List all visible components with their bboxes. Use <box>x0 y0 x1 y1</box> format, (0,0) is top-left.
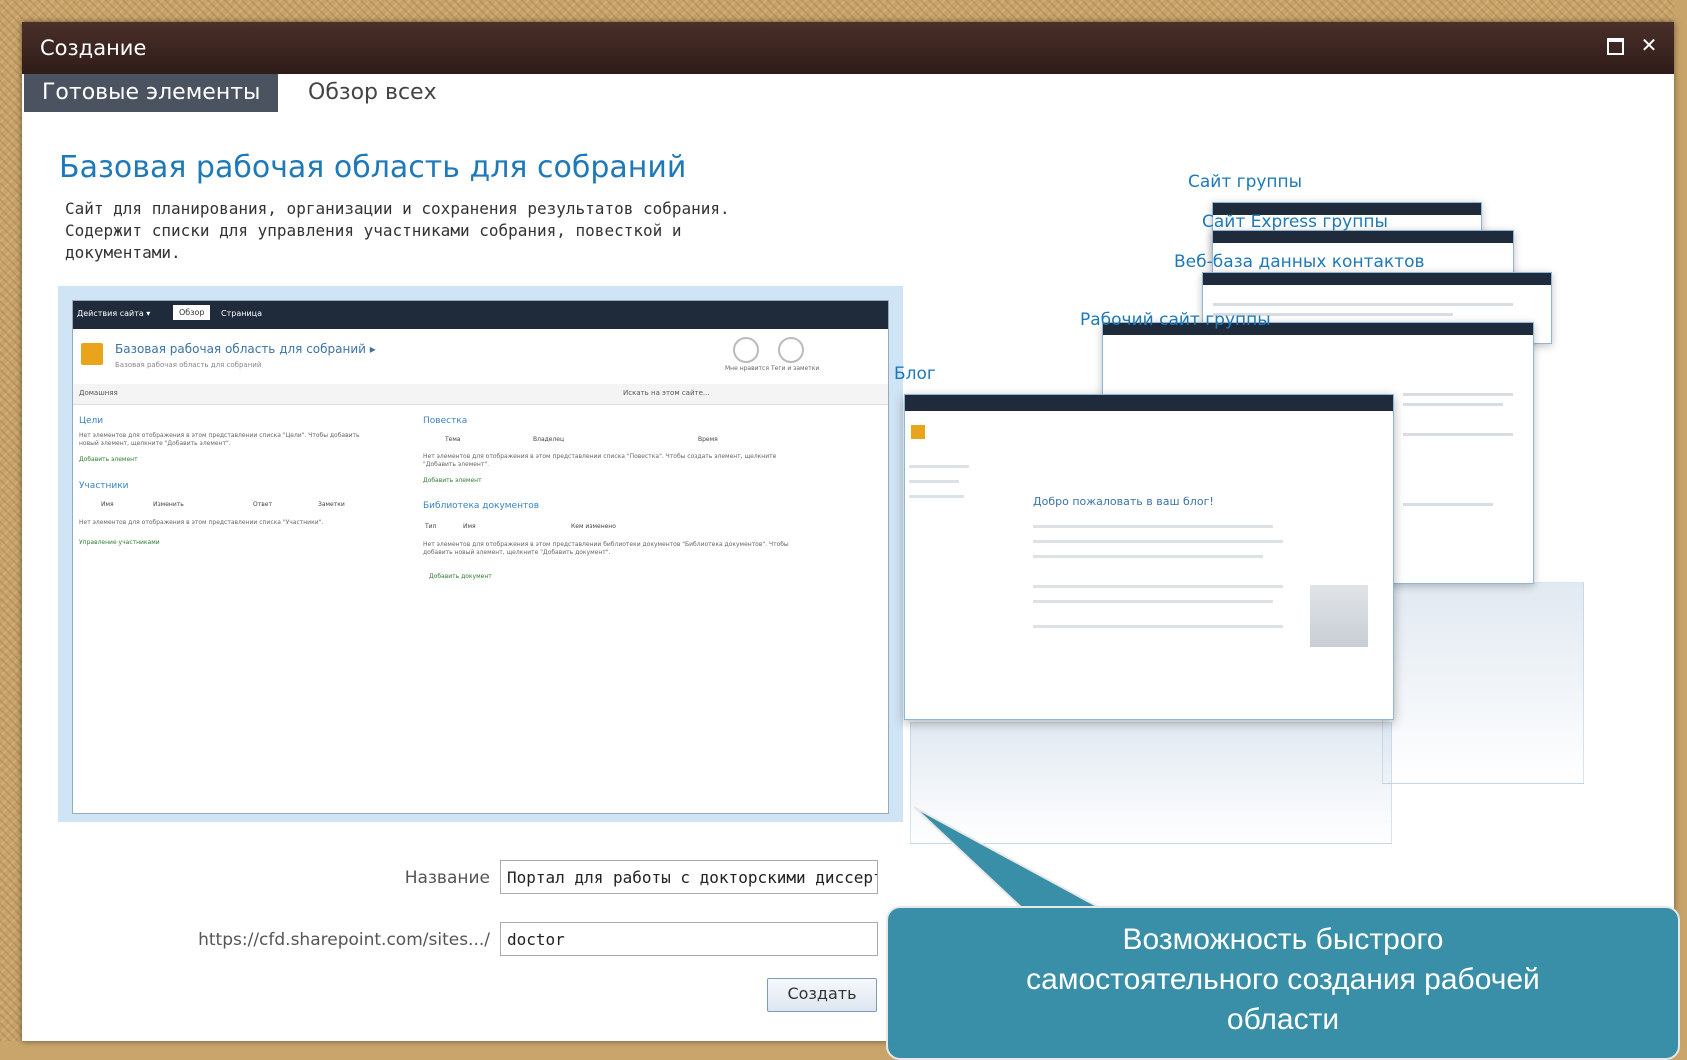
dialog-titlebar: Создание ✕ <box>22 22 1674 74</box>
tab-strip: Готовые элементы Обзор всех <box>22 74 1674 134</box>
preview-nav: Домашняя Искать на этом сайте... <box>73 384 888 405</box>
preview-manage-participants: Управление участниками <box>79 539 160 546</box>
template-preview-frame: Действия сайта ▾ Обзор Страница Базовая … <box>58 286 903 822</box>
preview-doclib-heading: Библиотека документов <box>423 501 540 511</box>
create-dialog: Создание ✕ Готовые элементы Обзор всех Б… <box>22 22 1674 1041</box>
template-preview: Действия сайта ▾ Обзор Страница Базовая … <box>72 300 889 814</box>
preview-participants-empty: Нет элементов для отображения в этом пре… <box>79 519 324 526</box>
preview-tab-page: Страница <box>221 309 263 318</box>
preview-site-subtitle: Базовая рабочая область для собраний <box>115 361 262 369</box>
preview-like-label: Мне нравится <box>725 365 769 372</box>
preview-col: Тип <box>425 523 437 530</box>
label-contacts-db: Веб-база данных контактов <box>1174 252 1425 272</box>
preview-participants-heading: Участники <box>79 481 129 491</box>
tab-ready-items[interactable]: Готовые элементы <box>24 74 279 112</box>
close-icon[interactable]: ✕ <box>1636 32 1662 58</box>
preview-site-actions: Действия сайта ▾ <box>77 309 151 318</box>
callout-line-1: Возможность быстрого <box>1122 923 1444 956</box>
preview-add-item: Добавить элемент <box>79 456 138 463</box>
maximize-icon[interactable] <box>1602 32 1628 58</box>
callout-text: Возможность быстрого самостоятельного со… <box>888 920 1678 1040</box>
preview-add-document: Добавить документ <box>429 573 492 580</box>
label-workgroup: Рабочий сайт группы <box>1080 310 1271 330</box>
blog-card[interactable]: Добро пожаловать в ваш блог! <box>904 394 1394 720</box>
preview-col: Тема <box>445 436 461 443</box>
tags-icon <box>778 337 804 363</box>
preview-col: Изменить <box>153 501 184 508</box>
preview-col: Кем изменено <box>571 523 616 530</box>
preview-goals-heading: Цели <box>79 416 104 426</box>
preview-agenda-heading: Повестка <box>423 416 468 426</box>
dialog-title: Создание <box>40 36 147 60</box>
preview-topbar: Действия сайта ▾ Обзор Страница <box>73 301 888 329</box>
preview-col: Владелец <box>533 436 565 443</box>
preview-doclib-empty: Нет элементов для отображения в этом пре… <box>423 541 789 556</box>
blog-post-title: Добро пожаловать в ваш блог! <box>1033 495 1214 508</box>
create-button[interactable]: Создать <box>767 978 877 1012</box>
like-icon <box>733 337 759 363</box>
template-gallery: Добро пожаловать в ваш блог! Сайт группы… <box>894 162 1622 844</box>
avatar-placeholder <box>1310 585 1368 647</box>
tab-browse-all[interactable]: Обзор всех <box>290 74 455 112</box>
label-express-team: Сайт Express группы <box>1202 212 1388 232</box>
name-label: Название <box>404 868 490 888</box>
preview-goals-empty: Нет элементов для отображения в этом пре… <box>79 432 360 447</box>
preview-tags-label: Теги и заметки <box>771 365 820 372</box>
template-title: Базовая рабочая область для собраний <box>59 150 687 185</box>
blog-logo <box>911 425 925 439</box>
preview-ribbon: Базовая рабочая область для собраний ▸ Б… <box>73 329 888 385</box>
callout-line-3: области <box>1226 1003 1340 1036</box>
callout-bubble: Возможность быстрого самостоятельного со… <box>886 906 1680 1060</box>
name-input[interactable]: Портал для работы с докторскими диссерта… <box>500 860 878 894</box>
preview-search: Искать на этом сайте... <box>623 389 710 397</box>
url-label: https://cfd.sharepoint.com/sites.../ <box>198 930 490 950</box>
preview-col: Ответ <box>253 501 272 508</box>
callout-line-2: самостоятельного создания рабочей <box>1026 963 1540 996</box>
preview-col: Заметки <box>318 501 345 508</box>
preview-site-title: Базовая рабочая область для собраний ▸ <box>115 342 376 356</box>
preview-tab-browse: Обзор <box>173 305 211 320</box>
template-description: Сайт для планирования, организации и сох… <box>65 199 730 262</box>
label-team-site: Сайт группы <box>1188 172 1303 192</box>
preview-col: Время <box>698 436 718 443</box>
preview-site-logo <box>81 343 103 365</box>
preview-nav-home: Домашняя <box>79 389 118 397</box>
preview-col: Имя <box>463 523 476 530</box>
background-edge <box>1674 0 1687 1041</box>
label-blog: Блог <box>894 364 936 384</box>
preview-agenda-empty: Нет элементов для отображения в этом пре… <box>423 453 777 468</box>
gallery-reflection <box>1382 582 1584 784</box>
preview-add-item-2: Добавить элемент <box>423 477 482 484</box>
url-input[interactable]: doctor <box>500 922 878 956</box>
preview-col: Имя <box>101 501 114 508</box>
